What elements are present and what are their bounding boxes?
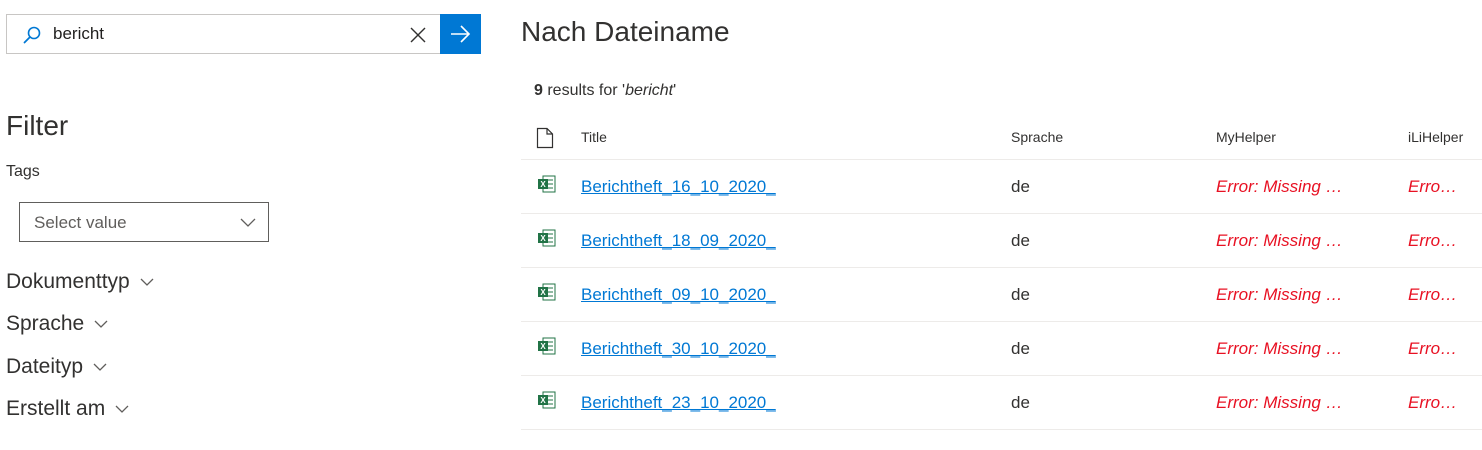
chevron-down-icon [240, 218, 256, 227]
svg-text:X: X [540, 234, 546, 243]
excel-file-icon: X [538, 391, 556, 414]
result-title-link[interactable]: Berichtheft_18_09_2020_ [581, 231, 776, 251]
refiner-label: Dateityp [6, 355, 84, 378]
tags-select-placeholder: Select value [34, 213, 127, 232]
result-myhelper-error: Error: Missing helper [1216, 285, 1348, 304]
column-header-sprache[interactable]: Sprache [1011, 129, 1063, 145]
result-myhelper-error: Error: Missing helper [1216, 177, 1348, 196]
excel-file-icon: X [538, 229, 556, 252]
search-input[interactable] [53, 21, 393, 47]
column-header-myhelper[interactable]: MyHelper [1216, 129, 1276, 145]
tags-select[interactable]: Select value [19, 202, 269, 242]
result-myhelper-error: Error: Missing helper [1216, 393, 1348, 412]
arrow-right-icon [451, 25, 471, 43]
tags-label: Tags [6, 163, 40, 180]
excel-file-icon: X [538, 175, 556, 198]
result-ilihelper-error: Error: Missing helper [1408, 177, 1460, 196]
result-ilihelper-error: Error: Missing helper [1408, 285, 1460, 304]
result-language: de [1011, 285, 1030, 304]
results-summary: 9 results for 'bericht' [534, 82, 676, 100]
result-title-link[interactable]: Berichtheft_16_10_2020_ [581, 177, 776, 197]
table-row: X Berichtheft_09_10_2020_ de Error: Miss… [521, 268, 1482, 322]
refiner-dokumenttyp[interactable]: Dokumenttyp [6, 270, 154, 294]
result-language: de [1011, 177, 1030, 196]
results-query: bericht [625, 82, 674, 99]
refiner-label: Sprache [6, 312, 85, 335]
chevron-down-icon [94, 320, 108, 328]
search-icon [22, 25, 42, 45]
result-title-link[interactable]: Berichtheft_09_10_2020_ [581, 285, 776, 305]
search-submit-button[interactable] [440, 14, 481, 54]
table-row: X Berichtheft_18_09_2020_ de Error: Miss… [521, 214, 1482, 268]
result-language: de [1011, 339, 1030, 358]
clear-search-button[interactable] [407, 24, 429, 46]
results-count: 9 [534, 82, 543, 99]
excel-file-icon: X [538, 337, 556, 360]
svg-text:X: X [540, 180, 546, 189]
results-table: Title Sprache MyHelper iLiHelper X Beric… [521, 118, 1482, 430]
refiner-label: Dokumenttyp [6, 270, 130, 293]
result-language: de [1011, 231, 1030, 250]
results-summary-text: results for ' [542, 82, 626, 99]
result-ilihelper-error: Error: Missing helper [1408, 339, 1460, 358]
refiner-dateityp[interactable]: Dateityp [6, 355, 107, 379]
svg-text:X: X [540, 288, 546, 297]
svg-text:X: X [540, 342, 546, 351]
result-myhelper-error: Error: Missing helper [1216, 231, 1348, 250]
result-ilihelper-error: Error: Missing helper [1408, 393, 1460, 412]
result-myhelper-error: Error: Missing helper [1216, 339, 1348, 358]
refiner-erstellt-am[interactable]: Erstellt am [6, 397, 129, 421]
table-row: X Berichtheft_16_10_2020_ de Error: Miss… [521, 160, 1482, 214]
column-header-title[interactable]: Title [581, 129, 607, 145]
document-icon [536, 127, 554, 149]
refiner-sprache[interactable]: Sprache [6, 312, 108, 336]
results-title: Nach Dateiname [521, 16, 730, 47]
table-header: Title Sprache MyHelper iLiHelper [521, 118, 1482, 160]
result-ilihelper-error: Error: Missing helper [1408, 231, 1460, 250]
result-language: de [1011, 393, 1030, 412]
close-icon [410, 27, 426, 43]
search-box [6, 14, 481, 54]
chevron-down-icon [115, 405, 129, 413]
table-row: X Berichtheft_30_10_2020_ de Error: Miss… [521, 322, 1482, 376]
table-row: X Berichtheft_23_10_2020_ de Error: Miss… [521, 376, 1482, 430]
result-title-link[interactable]: Berichtheft_30_10_2020_ [581, 339, 776, 359]
excel-file-icon: X [538, 283, 556, 306]
chevron-down-icon [140, 278, 154, 286]
refiner-label: Erstellt am [6, 397, 106, 420]
svg-text:X: X [540, 396, 546, 405]
results-summary-end: ' [673, 82, 677, 99]
result-title-link[interactable]: Berichtheft_23_10_2020_ [581, 393, 776, 413]
column-header-ilihelper[interactable]: iLiHelper [1408, 129, 1463, 145]
filter-title: Filter [6, 110, 69, 141]
chevron-down-icon [93, 363, 107, 371]
